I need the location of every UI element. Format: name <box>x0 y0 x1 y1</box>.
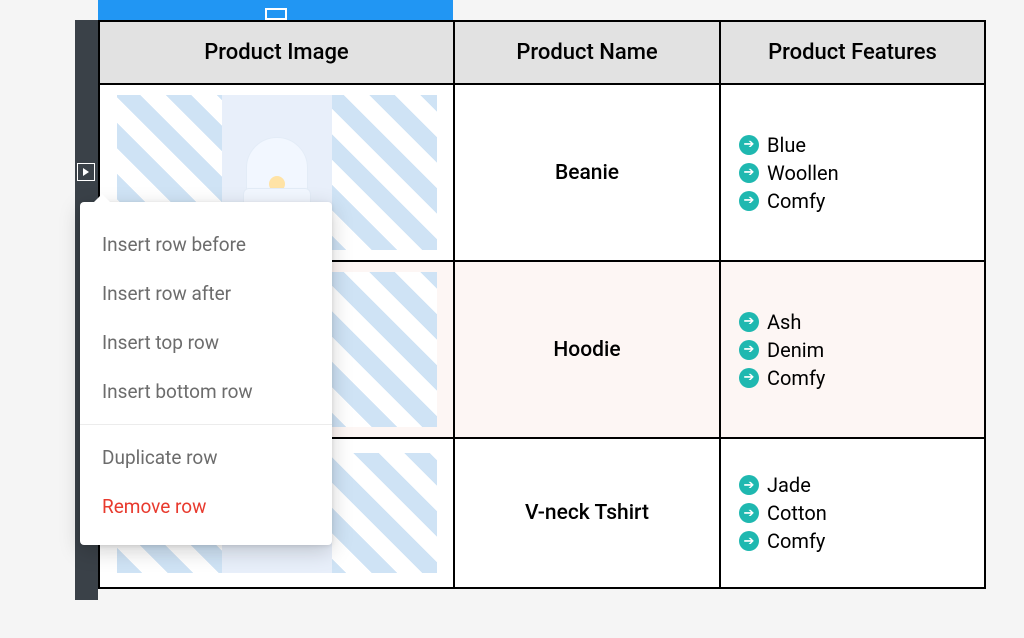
feature-text: Comfy <box>767 529 825 553</box>
menu-remove-row[interactable]: Remove row <box>80 482 332 531</box>
feature-text: Blue <box>767 133 806 157</box>
cell-name[interactable]: Beanie <box>454 84 720 261</box>
beanie-icon <box>246 137 308 209</box>
arrow-right-icon: ➔ <box>739 340 759 360</box>
arrow-right-icon: ➔ <box>739 191 759 211</box>
menu-separator <box>80 424 332 425</box>
feature-text: Comfy <box>767 189 825 213</box>
arrow-right-icon: ➔ <box>739 135 759 155</box>
col-header-image[interactable]: Product Image <box>99 21 454 84</box>
feature-text: Cotton <box>767 501 827 525</box>
triangle-right-icon <box>83 168 89 176</box>
menu-insert-row-after[interactable]: Insert row after <box>80 269 332 318</box>
list-item: ➔ Cotton <box>739 499 966 527</box>
cell-features[interactable]: ➔ Ash ➔ Denim ➔ Comfy <box>720 261 985 438</box>
column-resize-handle[interactable] <box>265 8 287 20</box>
list-item: ➔ Woollen <box>739 159 966 187</box>
list-item: ➔ Denim <box>739 336 966 364</box>
cell-name[interactable]: V-neck Tshirt <box>454 438 720 588</box>
feature-text: Woollen <box>767 161 839 185</box>
menu-insert-bottom-row[interactable]: Insert bottom row <box>80 367 332 416</box>
feature-text: Denim <box>767 338 824 362</box>
menu-duplicate-row[interactable]: Duplicate row <box>80 433 332 482</box>
menu-insert-top-row[interactable]: Insert top row <box>80 318 332 367</box>
col-header-features[interactable]: Product Features <box>720 21 985 84</box>
cell-features[interactable]: ➔ Jade ➔ Cotton ➔ Comfy <box>720 438 985 588</box>
cell-name[interactable]: Hoodie <box>454 261 720 438</box>
list-item: ➔ Comfy <box>739 527 966 555</box>
list-item: ➔ Blue <box>739 131 966 159</box>
list-item: ➔ Comfy <box>739 187 966 215</box>
col-header-name[interactable]: Product Name <box>454 21 720 84</box>
row-context-menu: Insert row before Insert row after Inser… <box>80 202 332 545</box>
feature-text: Comfy <box>767 366 825 390</box>
menu-insert-row-before[interactable]: Insert row before <box>80 220 332 269</box>
arrow-right-icon: ➔ <box>739 531 759 551</box>
feature-text: Ash <box>767 310 801 334</box>
arrow-right-icon: ➔ <box>739 503 759 523</box>
row-handle-button[interactable] <box>77 163 95 181</box>
arrow-right-icon: ➔ <box>739 475 759 495</box>
arrow-right-icon: ➔ <box>739 312 759 332</box>
feature-text: Jade <box>767 473 811 497</box>
arrow-right-icon: ➔ <box>739 368 759 388</box>
cell-features[interactable]: ➔ Blue ➔ Woollen ➔ Comfy <box>720 84 985 261</box>
list-item: ➔ Comfy <box>739 364 966 392</box>
list-item: ➔ Jade <box>739 471 966 499</box>
list-item: ➔ Ash <box>739 308 966 336</box>
arrow-right-icon: ➔ <box>739 163 759 183</box>
